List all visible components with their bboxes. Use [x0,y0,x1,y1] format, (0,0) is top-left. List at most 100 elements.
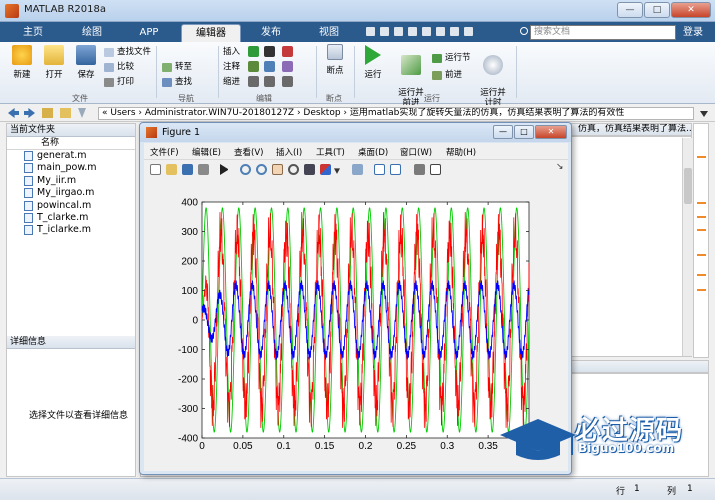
file-item[interactable]: My_iir.m [7,175,135,187]
history-dropdown-icon[interactable] [78,108,86,118]
menu-insert[interactable]: 插入(I) [276,146,302,158]
figure-maximize-button[interactable]: □ [514,125,534,139]
file-item[interactable]: My_iirgao.m [7,187,135,199]
tab-publish[interactable]: 发布 [248,24,294,42]
insert-button[interactable]: 插入 [223,46,240,59]
insert-menu-icon[interactable] [282,46,293,57]
goto-button[interactable]: 转至 [162,61,192,74]
advance-button[interactable]: 前进 [432,69,462,82]
dock-arrow-icon[interactable]: ↘ [556,163,564,172]
data-cursor-icon[interactable] [304,164,315,175]
indent-button[interactable]: 缩进 [223,76,240,89]
run-section-button[interactable]: 运行节 [432,52,471,65]
edit-plot-icon[interactable] [220,164,228,175]
find-button[interactable]: 查找 [162,76,192,89]
menu-edit[interactable]: 编辑(E) [192,146,221,158]
new-button[interactable]: 新建 [8,45,36,80]
warning-marker[interactable] [697,254,706,256]
menu-view[interactable]: 查看(V) [234,146,263,158]
open-file-icon[interactable] [166,164,177,175]
brush-dropdown-icon[interactable] [334,168,340,174]
address-path[interactable]: « Users › Administrator.WIN7U-20180127Z … [98,107,694,120]
file-item[interactable]: T_clarke.m [7,212,135,224]
minimize-button[interactable]: — [617,2,643,18]
menu-desktop[interactable]: 桌面(D) [358,146,388,158]
warning-marker[interactable] [697,156,706,158]
figure-minimize-button[interactable]: — [493,125,513,139]
warning-marker[interactable] [697,202,706,204]
uncomment-icon[interactable] [264,61,275,72]
back-icon[interactable] [8,108,19,118]
forward-icon[interactable] [24,108,35,118]
browse-folder-icon[interactable] [60,108,71,118]
maximize-button[interactable]: □ [644,2,670,18]
undo-icon[interactable] [422,27,431,36]
close-button[interactable]: ✕ [671,2,711,18]
increase-indent-icon[interactable] [264,76,275,87]
quick-cut-icon[interactable] [380,27,389,36]
save-button[interactable]: 保存 [72,45,100,80]
run-advance-button[interactable]: 运行并 前进 [394,45,428,108]
brush-icon[interactable] [320,164,331,175]
compare-button[interactable]: 比较 [104,61,134,74]
figure-close-button[interactable]: ✕ [535,125,567,139]
insert-section-icon[interactable] [248,46,259,57]
file-item[interactable]: generat.m [7,150,135,162]
print-button[interactable]: 打印 [104,76,134,89]
path-dropdown-icon[interactable] [700,111,708,117]
editor-scrollbar[interactable] [682,138,693,356]
run-button[interactable]: 运行 [358,45,388,80]
print-figure-icon[interactable] [198,164,209,175]
warning-marker[interactable] [697,216,706,218]
save-figure-icon[interactable] [182,164,193,175]
warning-marker[interactable] [697,229,706,231]
decrease-indent-icon[interactable] [282,76,293,87]
quick-copy-icon[interactable] [394,27,403,36]
menu-file[interactable]: 文件(F) [150,146,179,158]
file-item[interactable]: T_iclarke.m [7,224,135,236]
wrap-icon[interactable] [282,61,293,72]
find-files-button[interactable]: 查找文件 [104,46,151,59]
redo-icon[interactable] [436,27,445,36]
search-input[interactable]: 搜索文档 [530,25,676,40]
open-button[interactable]: 打开 [40,45,68,80]
breakpoints-button[interactable]: 断点 [320,44,350,76]
pan-icon[interactable] [272,164,283,175]
details-header[interactable]: 详细信息 [7,336,135,349]
fx-icon[interactable] [264,46,275,57]
warning-marker[interactable] [697,289,706,291]
smart-indent-icon[interactable] [248,76,259,87]
figure-title-bar[interactable]: Figure 1 — □ ✕ [140,123,571,142]
quick-save-icon[interactable] [366,27,375,36]
switch-windows-icon[interactable] [450,27,459,36]
quick-paste-icon[interactable] [408,27,417,36]
login-button[interactable]: 登录 [683,24,703,41]
name-column-header[interactable]: 名称 [7,137,135,150]
zoom-in-icon[interactable] [240,164,251,175]
comment-icon[interactable] [248,61,259,72]
comment-button[interactable]: 注释 [223,61,240,74]
menu-tools[interactable]: 工具(T) [316,146,345,158]
scrollbar-thumb[interactable] [684,168,692,204]
file-item[interactable]: main_pow.m [7,162,135,174]
insert-legend-icon[interactable] [390,164,401,175]
menu-help[interactable]: 帮助(H) [446,146,476,158]
hide-plot-tools-icon[interactable] [414,164,425,175]
menu-window[interactable]: 窗口(W) [400,146,432,158]
file-item[interactable]: powincal.m [7,200,135,212]
up-folder-icon[interactable] [42,108,53,118]
insert-colorbar-icon[interactable] [374,164,385,175]
tab-view[interactable]: 视图 [302,24,356,42]
tab-editor[interactable]: 编辑器 [181,24,241,42]
tab-home[interactable]: 主页 [10,24,56,42]
help-icon[interactable] [464,27,473,36]
link-plot-icon[interactable] [352,164,363,175]
rotate-3d-icon[interactable] [288,164,299,175]
new-figure-icon[interactable] [150,164,161,175]
tab-plots[interactable]: 绘图 [66,24,118,42]
tab-apps[interactable]: APP [124,24,174,42]
run-and-time-button[interactable]: 运行并 计时 [476,45,510,108]
show-plot-tools-icon[interactable] [430,164,441,175]
warning-marker[interactable] [697,274,706,276]
zoom-out-icon[interactable] [256,164,267,175]
